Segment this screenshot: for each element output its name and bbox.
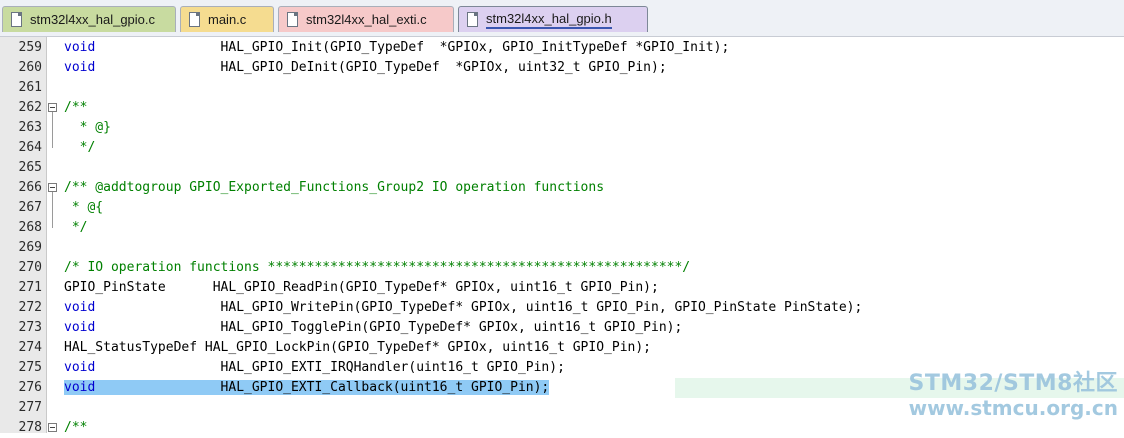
code-text: * @} [64,118,111,138]
keyword-token: void [64,380,96,395]
comment-token: /** @addtogroup GPIO_Exported_Functions_… [64,180,605,195]
code-line[interactable]: 261 [0,78,1124,98]
line-number: 267 [18,200,42,215]
code-line[interactable]: 265 [0,158,1124,178]
line-number: 261 [18,80,42,95]
keyword-token: void [64,300,96,315]
comment-token: */ [64,220,88,235]
fold-guide [52,192,53,228]
watermark-title: STM32/STM8社区 [908,371,1118,396]
tab-label: stm32l4xx_hal_gpio.c [30,12,156,27]
tab-label: stm32l4xx_hal_gpio.h [486,11,612,29]
code-line[interactable]: 270 /* IO operation functions ***********… [0,258,1124,278]
code-line[interactable]: 278 /** [0,418,1124,438]
comment-token: */ [64,140,96,155]
code-text: */ [64,138,96,158]
watermark: STM32/STM8社区 www.stmcu.org.cn [908,371,1118,421]
line-number: 278 [18,420,42,435]
code-token: HAL_GPIO_EXTI_IRQHandler(uint16_t GPIO_P… [95,360,565,375]
code-text: void HAL_GPIO_EXTI_IRQHandler(uint16_t G… [64,358,565,378]
code-line[interactable]: 266 /** @addtogroup GPIO_Exported_Functio… [0,178,1124,198]
keyword-token: void [64,40,96,55]
code-line[interactable]: 260 void HAL_GPIO_DeInit(GPIO_TypeDef *GP… [0,58,1124,78]
code-text: /** [64,418,87,438]
line-number: 269 [18,240,42,255]
code-text: void HAL_GPIO_TogglePin(GPIO_TypeDef* GP… [64,318,682,338]
tab-label: main.c [208,12,247,27]
line-number: 260 [18,60,42,75]
line-number: 263 [18,120,42,135]
line-number: 277 [18,400,42,415]
code-text: HAL_StatusTypeDef HAL_GPIO_LockPin(GPIO_… [64,338,651,358]
line-number: 274 [18,340,42,355]
code-line[interactable]: 272 void HAL_GPIO_WritePin(GPIO_TypeDef* … [0,298,1124,318]
code-text: void HAL_GPIO_DeInit(GPIO_TypeDef *GPIOx… [64,58,667,78]
line-number: 273 [18,320,42,335]
code-line[interactable]: 268 */ [0,218,1124,238]
code-token: HAL_StatusTypeDef HAL_GPIO_LockPin(GPIO_… [64,340,651,355]
code-text: */ [64,218,88,238]
code-text: void HAL_GPIO_EXTI_Callback(uint16_t GPI… [64,378,550,398]
code-text: void HAL_GPIO_Init(GPIO_TypeDef *GPIOx, … [64,38,729,58]
file-icon [189,12,200,27]
code-token: GPIO_PinState HAL_GPIO_ReadPin(GPIO_Type… [64,280,659,295]
code-line[interactable]: 259 void HAL_GPIO_Init(GPIO_TypeDef *GPIO… [0,38,1124,58]
fold-toggle-icon[interactable] [48,423,57,432]
comment-token: * @{ [64,200,104,215]
watermark-url: www.stmcu.org.cn [908,396,1118,420]
comment-token: * @} [64,120,111,135]
tab-stm32l4xx-hal-gpio-c[interactable]: stm32l4xx_hal_gpio.c [2,6,176,32]
code-text: /* IO operation functions **************… [64,258,690,278]
keyword-token: void [64,320,96,335]
code-text: GPIO_PinState HAL_GPIO_ReadPin(GPIO_Type… [64,278,659,298]
file-icon [467,12,478,27]
code-line[interactable]: 264 */ [0,138,1124,158]
fold-guide [52,112,53,148]
line-number: 268 [18,220,42,235]
code-token: HAL_GPIO_WritePin(GPIO_TypeDef* GPIOx, u… [95,300,863,315]
line-number: 264 [18,140,42,155]
editor-tab-bar: stm32l4xx_hal_gpio.c main.c stm32l4xx_ha… [0,0,1124,37]
code-line[interactable]: 269 [0,238,1124,258]
code-token: HAL_GPIO_TogglePin(GPIO_TypeDef* GPIOx, … [95,320,683,335]
code-text: /** [64,98,87,118]
code-token: HAL_GPIO_Init(GPIO_TypeDef *GPIOx, GPIO_… [95,40,730,55]
line-number: 265 [18,160,42,175]
line-number: 271 [18,280,42,295]
code-token: HAL_GPIO_EXTI_Callback(uint16_t GPIO_Pin… [95,380,550,395]
file-icon [287,12,298,27]
line-number: 276 [18,380,42,395]
keyword-token: void [64,60,96,75]
line-number: 270 [18,260,42,275]
code-line[interactable]: 274 HAL_StatusTypeDef HAL_GPIO_LockPin(GP… [0,338,1124,358]
file-icon [11,12,22,27]
line-number: 262 [18,100,42,115]
code-line[interactable]: 262 /** [0,98,1124,118]
tab-main-c[interactable]: main.c [180,6,274,32]
code-token: HAL_GPIO_DeInit(GPIO_TypeDef *GPIOx, uin… [95,60,667,75]
line-number: 275 [18,360,42,375]
code-line[interactable]: 271 GPIO_PinState HAL_GPIO_ReadPin(GPIO_T… [0,278,1124,298]
tab-label: stm32l4xx_hal_exti.c [306,12,427,27]
code-text: /** @addtogroup GPIO_Exported_Functions_… [64,178,604,198]
tab-stm32l4xx-hal-exti-c[interactable]: stm32l4xx_hal_exti.c [278,6,454,32]
code-text: * @{ [64,198,103,218]
code-line[interactable]: 267 * @{ [0,198,1124,218]
keyword-token: void [64,360,96,375]
line-number: 266 [18,180,42,195]
comment-token: /** [64,100,88,115]
code-line[interactable]: 273 void HAL_GPIO_TogglePin(GPIO_TypeDef*… [0,318,1124,338]
fold-toggle-icon[interactable] [48,103,57,112]
line-number: 259 [18,40,42,55]
comment-token: /* IO operation functions **************… [64,260,691,275]
tab-stm32l4xx-hal-gpio-h[interactable]: stm32l4xx_hal_gpio.h [458,6,648,32]
code-text: void HAL_GPIO_WritePin(GPIO_TypeDef* GPI… [64,298,862,318]
code-line[interactable]: 263 * @} [0,118,1124,138]
line-number: 272 [18,300,42,315]
fold-toggle-icon[interactable] [48,183,57,192]
